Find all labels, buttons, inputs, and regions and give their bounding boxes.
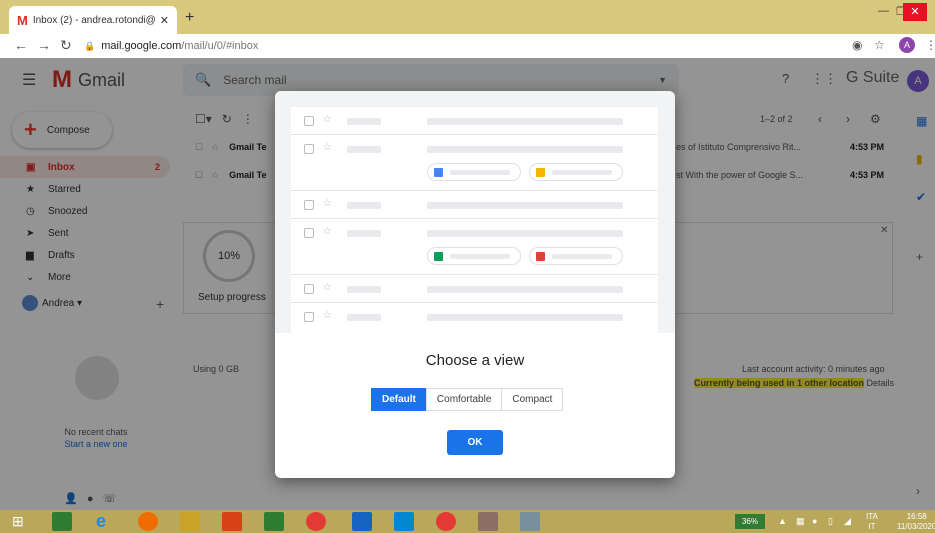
preview-subject: [427, 146, 623, 153]
preview-sender: [347, 146, 381, 153]
preview-checkbox: [304, 116, 314, 126]
mail-app-icon[interactable]: [436, 512, 456, 531]
sheets-icon: [434, 252, 443, 261]
preview-subject: [427, 230, 623, 237]
system-clock[interactable]: 16:58 11/03/2020: [897, 512, 935, 532]
preview-star-icon: ☆: [323, 310, 332, 321]
extension-icon[interactable]: ◉: [852, 38, 862, 52]
preview-star-icon: ☆: [323, 282, 332, 293]
dialog-title: Choose a view: [425, 352, 525, 369]
preview-sender: [347, 118, 381, 125]
preview-row: ☆: [291, 275, 658, 303]
clock-date: 11/03/2020: [897, 522, 935, 531]
browser-tab[interactable]: M Inbox (2) - andrea.rotondi@icmo ✕: [9, 6, 177, 34]
device-icon[interactable]: ▯: [828, 516, 833, 527]
preview-sender: [347, 230, 381, 237]
gmail-favicon-icon: M: [17, 12, 28, 28]
chip-text: [552, 254, 612, 259]
preview-star-icon: ☆: [323, 114, 332, 125]
preview-row: ☆: [291, 135, 658, 191]
chrome-icon[interactable]: [306, 512, 326, 531]
window-close-icon[interactable]: ✕: [903, 3, 927, 21]
preview-list: ☆ ☆ ☆ ☆ ☆ ☆: [291, 107, 658, 333]
excel-icon[interactable]: [264, 512, 284, 531]
browser-toolbar: ← → ↻ 🔒 mail.google.com/mail/u/0/#inbox …: [0, 34, 935, 58]
wifi-icon[interactable]: ◢: [844, 516, 851, 527]
preview-attachment-chip: [427, 247, 521, 265]
choose-view-dialog: ☆ ☆ ☆ ☆ ☆ ☆ Choose a view Default Comfor…: [275, 91, 675, 478]
windows-start-icon[interactable]: ⊞: [12, 512, 32, 531]
preview-star-icon: ☆: [323, 198, 332, 209]
windows-taskbar: ⊞ e 36% ▲ ▦ ● ▯ ◢ ITA IT 16:58 11/03/202…: [0, 510, 935, 533]
bookmark-star-icon[interactable]: ☆: [874, 38, 885, 52]
new-tab-icon[interactable]: +: [185, 9, 194, 27]
chip-text: [450, 170, 510, 175]
preview-row: ☆: [291, 303, 658, 331]
preview-row: ☆: [291, 191, 658, 219]
tray-expand-icon[interactable]: ▲: [778, 516, 787, 526]
view-options: Default Comfortable Compact: [371, 388, 564, 411]
lang-top: ITA: [866, 512, 878, 521]
preview-checkbox: [304, 200, 314, 210]
skype-icon[interactable]: [394, 512, 414, 531]
back-icon[interactable]: ←: [14, 37, 28, 53]
store-icon[interactable]: [52, 512, 72, 531]
minimize-icon[interactable]: —: [878, 5, 889, 17]
preview-subject: [427, 286, 623, 293]
preview-subject: [427, 118, 623, 125]
url-path: /mail/u/0/#inbox: [181, 40, 259, 52]
slides-icon: [536, 168, 545, 177]
lock-icon: 🔒: [84, 40, 96, 51]
powerpoint-icon[interactable]: [222, 512, 242, 531]
view-option-default[interactable]: Default: [371, 388, 427, 411]
preview-checkbox: [304, 284, 314, 294]
chip-text: [552, 170, 612, 175]
preview-subject: [427, 202, 623, 209]
clock-time: 16:58: [906, 512, 927, 521]
battery-indicator[interactable]: 36%: [735, 514, 765, 529]
view-option-comfortable[interactable]: Comfortable: [425, 388, 503, 411]
preview-star-icon: ☆: [323, 142, 332, 153]
word-icon[interactable]: [352, 512, 372, 531]
address-bar[interactable]: 🔒 mail.google.com/mail/u/0/#inbox: [84, 36, 834, 56]
preview-checkbox: [304, 228, 314, 238]
docs-icon: [434, 168, 443, 177]
image-icon: [536, 252, 545, 261]
url-host: mail.google.com: [101, 40, 182, 52]
chrome-window-icon[interactable]: [520, 512, 540, 531]
firefox-icon[interactable]: [138, 512, 158, 531]
lang-bottom: IT: [868, 522, 876, 531]
preview-sender: [347, 202, 381, 209]
preview-checkbox: [304, 312, 314, 322]
browser-tab-bar: M Inbox (2) - andrea.rotondi@icmo ✕ + — …: [0, 0, 935, 34]
view-preview: ☆ ☆ ☆ ☆ ☆ ☆: [275, 91, 675, 333]
preview-attachment-chip: [529, 247, 623, 265]
preview-sender: [347, 314, 381, 321]
chrome-profile-avatar[interactable]: A: [899, 37, 915, 53]
tab-title: Inbox (2) - andrea.rotondi@icmo: [32, 14, 156, 26]
reload-icon[interactable]: ↻: [60, 37, 72, 54]
preview-row: ☆: [291, 107, 658, 135]
antivirus-icon[interactable]: ●: [812, 516, 817, 526]
network-icon[interactable]: ▦: [796, 516, 805, 527]
view-option-compact[interactable]: Compact: [501, 388, 564, 411]
language-indicator[interactable]: ITA IT: [866, 512, 878, 532]
preview-sender: [347, 286, 381, 293]
app-icon[interactable]: [478, 512, 498, 531]
preview-checkbox: [304, 144, 314, 154]
preview-subject: [427, 314, 623, 321]
preview-attachment-chip: [427, 163, 521, 181]
ok-button[interactable]: OK: [447, 430, 503, 455]
file-explorer-icon[interactable]: [180, 512, 200, 531]
preview-attachment-chip: [529, 163, 623, 181]
forward-icon[interactable]: →: [37, 37, 51, 53]
chip-text: [450, 254, 510, 259]
chrome-menu-icon[interactable]: ⋮: [925, 38, 935, 52]
preview-star-icon: ☆: [323, 226, 332, 237]
edge-icon[interactable]: e: [96, 512, 116, 531]
preview-row: ☆: [291, 219, 658, 275]
close-tab-icon[interactable]: ✕: [160, 14, 169, 27]
